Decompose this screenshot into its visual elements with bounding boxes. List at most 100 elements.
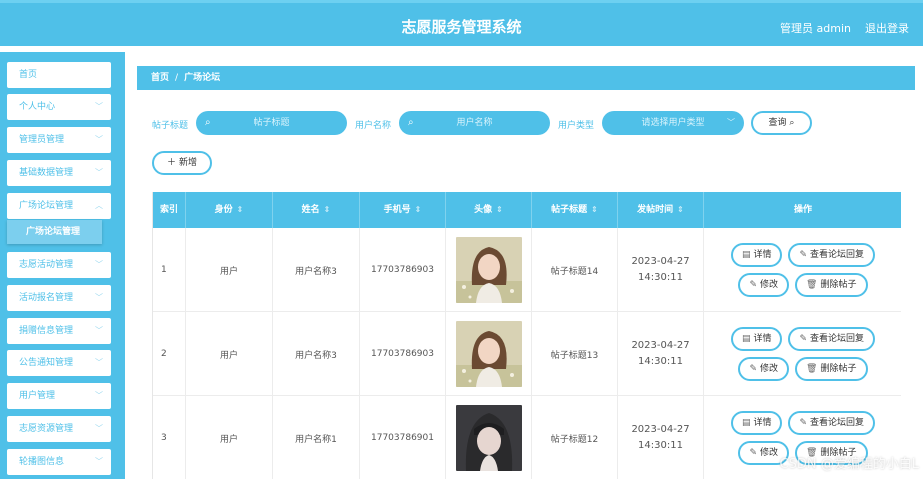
cell-actions: ▤ 详情 ✎ 查看论坛回复 ✎ 修改 🗑 删除帖子 xyxy=(704,312,901,396)
search-button[interactable]: 查询 ⌕ xyxy=(751,111,812,135)
user-type-select[interactable]: 请选择用户类型 ﹀ xyxy=(602,111,744,135)
sidebar-item-signup[interactable]: 活动报名管理 ﹀ xyxy=(7,285,111,311)
cell-avatar xyxy=(446,228,532,312)
col-post-title[interactable]: 帖子标题 ⇕ xyxy=(532,192,618,228)
col-phone[interactable]: 手机号 ⇕ xyxy=(360,192,446,228)
cell-post-title: 帖子标题14 xyxy=(532,228,618,312)
chevron-down-icon: ﹀ xyxy=(95,457,103,466)
logout-link[interactable]: 退出登录 xyxy=(865,20,909,36)
sidebar-item-notice[interactable]: 公告通知管理 ﹀ xyxy=(7,350,111,376)
sort-icon: ⇕ xyxy=(591,205,598,214)
sort-icon: ⇕ xyxy=(677,205,684,214)
sort-icon: ⇕ xyxy=(496,205,503,214)
sidebar-item-profile[interactable]: 个人中心 ﹀ xyxy=(7,94,111,120)
sidebar-item-basic-data[interactable]: 基础数据管理 ﹀ xyxy=(7,160,111,186)
chevron-down-icon: ﹀ xyxy=(95,135,103,144)
table-row: 1 用户 用户名称3 17703786903 帖子标题14 2023-04-27… xyxy=(153,228,901,312)
cell-actions: ▤ 详情 ✎ 查看论坛回复 ✎ 修改 🗑 删除帖子 xyxy=(704,228,901,312)
col-avatar[interactable]: 头像 ⇕ xyxy=(446,192,532,228)
detail-button[interactable]: ▤ 详情 xyxy=(730,243,783,267)
col-post-time[interactable]: 发帖时间 ⇕ xyxy=(618,192,704,228)
cell-role: 用户 xyxy=(186,228,273,312)
search-icon: ⌕ xyxy=(408,117,414,128)
cell-post-title: 帖子标题13 xyxy=(532,312,618,396)
sidebar-item-resources[interactable]: 志愿资源管理 ﹀ xyxy=(7,416,111,442)
cell-index: 2 xyxy=(153,312,186,396)
forum-table: 索引 身份 ⇕ 姓名 ⇕ 手机号 ⇕ 头像 ⇕ 帖子标题 ⇕ 发帖时间 ⇕ 操作 1 用户 … xyxy=(152,192,901,479)
add-button[interactable]: ＋ 新增 xyxy=(152,151,212,175)
edit-button[interactable]: ✎ 修改 xyxy=(738,273,790,297)
edit-button[interactable]: ✎ 修改 xyxy=(738,357,790,381)
document-icon: ▤ xyxy=(741,418,751,428)
username-label: 用户名称 xyxy=(355,121,392,131)
sidebar-item-forum[interactable]: 广场论坛管理 ︿ xyxy=(7,193,111,219)
cell-name: 用户名称3 xyxy=(273,312,360,396)
document-icon: ▤ xyxy=(741,334,751,344)
plus-icon: ＋ xyxy=(167,158,177,168)
col-index: 索引 xyxy=(153,192,186,228)
detail-button[interactable]: ▤ 详情 xyxy=(730,327,783,351)
cell-index: 1 xyxy=(153,228,186,312)
sort-icon: ⇕ xyxy=(236,205,244,214)
chevron-down-icon: ﹀ xyxy=(95,391,103,400)
cell-index: 3 xyxy=(153,396,186,479)
sidebar-item-carousel[interactable]: 轮播图信息 ﹀ xyxy=(7,449,111,475)
cell-phone: 17703786901 xyxy=(360,396,446,479)
detail-button[interactable]: ▤ 详情 xyxy=(730,411,783,435)
avatar xyxy=(455,237,522,303)
cell-phone: 17703786903 xyxy=(360,228,446,312)
search-icon: ⌕ xyxy=(205,117,211,128)
breadcrumb-current: 广场论坛 xyxy=(184,73,221,83)
edit-icon: ✎ xyxy=(799,418,808,428)
sidebar-subitem-forum-manage[interactable]: 广场论坛管理 xyxy=(7,220,102,244)
username-input[interactable]: ⌕ 用户名称 xyxy=(399,111,550,135)
delete-button[interactable]: 🗑 删除帖子 xyxy=(795,357,868,381)
cell-post-time: 2023-04-27 14:30:11 xyxy=(618,312,704,396)
sidebar-item-users[interactable]: 用户管理 ﹀ xyxy=(7,383,111,409)
post-title-label: 帖子标题 xyxy=(152,121,189,131)
trash-icon: 🗑 xyxy=(806,364,818,374)
breadcrumb: 首页 / 广场论坛 xyxy=(137,66,915,90)
cell-role: 用户 xyxy=(186,312,273,396)
chevron-down-icon: ﹀ xyxy=(95,168,103,177)
top-header: 志愿服务管理系统 管理员 admin 退出登录 xyxy=(0,0,923,46)
sidebar-item-donation[interactable]: 捐赠信息管理 ﹀ xyxy=(7,318,111,344)
chevron-up-icon: ︿ xyxy=(95,201,103,210)
chevron-down-icon: ﹀ xyxy=(95,260,103,269)
trash-icon: 🗑 xyxy=(806,280,818,290)
cell-avatar xyxy=(446,396,532,479)
chevron-down-icon: ﹀ xyxy=(727,118,735,127)
chevron-down-icon: ﹀ xyxy=(95,358,103,367)
sidebar-item-admin[interactable]: 管理员管理 ﹀ xyxy=(7,127,111,153)
post-title-input[interactable]: ⌕ 帖子标题 xyxy=(196,111,347,135)
cell-name: 用户名称1 xyxy=(273,396,360,479)
edit-icon: ✎ xyxy=(749,448,758,458)
view-reply-button[interactable]: ✎ 查看论坛回复 xyxy=(788,243,876,267)
cell-role: 用户 xyxy=(186,396,273,479)
current-user: 管理员 admin xyxy=(780,22,851,35)
table-header: 索引 身份 ⇕ 姓名 ⇕ 手机号 ⇕ 头像 ⇕ 帖子标题 ⇕ 发帖时间 ⇕ 操作 xyxy=(153,192,901,228)
sidebar-item-home[interactable]: 首页 xyxy=(7,62,111,88)
avatar xyxy=(455,321,522,387)
edit-icon: ✎ xyxy=(749,364,758,374)
col-name[interactable]: 姓名 ⇕ xyxy=(273,192,360,228)
cell-avatar xyxy=(446,312,532,396)
sidebar-item-volunteer-activity[interactable]: 志愿活动管理 ﹀ xyxy=(7,252,111,278)
chevron-down-icon: ﹀ xyxy=(95,424,103,433)
sort-icon: ⇕ xyxy=(414,205,422,214)
chevron-down-icon: ﹀ xyxy=(95,293,103,302)
sidebar: 首页 个人中心 ﹀ 管理员管理 ﹀ 基础数据管理 ﹀ 广场论坛管理 ︿ 广场论坛管理 志… xyxy=(0,52,125,479)
delete-button[interactable]: 🗑 删除帖子 xyxy=(795,273,868,297)
user-type-label: 用户类型 xyxy=(558,121,595,131)
cell-name: 用户名称3 xyxy=(273,228,360,312)
breadcrumb-home[interactable]: 首页 xyxy=(151,73,169,83)
cell-post-title: 帖子标题12 xyxy=(532,396,618,479)
edit-icon: ✎ xyxy=(799,334,808,344)
document-icon: ▤ xyxy=(741,250,751,260)
sort-icon: ⇕ xyxy=(323,205,331,214)
view-reply-button[interactable]: ✎ 查看论坛回复 xyxy=(788,411,876,435)
view-reply-button[interactable]: ✎ 查看论坛回复 xyxy=(788,327,876,351)
edit-icon: ✎ xyxy=(749,280,758,290)
search-icon: ⌕ xyxy=(789,118,795,128)
col-role[interactable]: 身份 ⇕ xyxy=(186,192,273,228)
